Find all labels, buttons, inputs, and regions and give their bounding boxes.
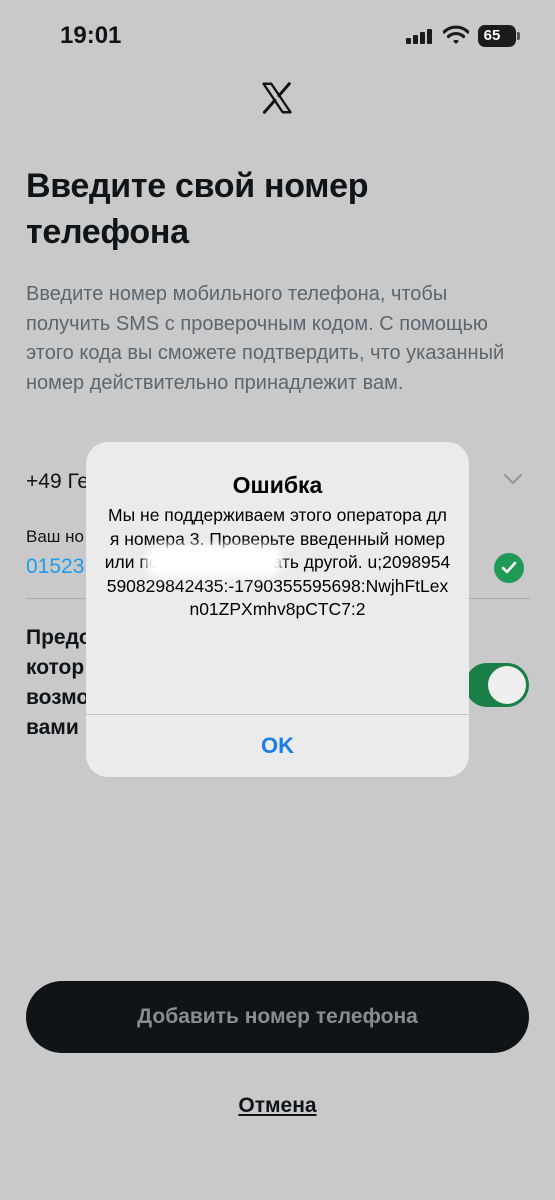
page-title: Введите свой номер телефона (26, 167, 369, 251)
check-icon (501, 561, 517, 574)
status-time: 19:01 (60, 22, 122, 49)
alert-ok-button[interactable]: OK (86, 715, 469, 777)
redaction-blur (145, 545, 283, 577)
cancel-link[interactable]: Отмена (0, 1094, 555, 1118)
battery-level: 65 (483, 27, 501, 44)
wifi-icon (443, 25, 469, 44)
phone-field-label: Ваш но (26, 527, 84, 546)
country-code: +49 Ге (26, 470, 90, 493)
error-alert: Ошибка Мы не поддерживаем этого оператор… (86, 442, 469, 777)
signal-icon (406, 29, 432, 44)
valid-check (494, 553, 524, 583)
add-phone-button[interactable]: Добавить номер телефона (26, 981, 529, 1053)
toggle-knob (488, 666, 526, 704)
status-bar: 19:01 65 (0, 0, 555, 72)
x-logo-icon (262, 82, 292, 114)
phone-input[interactable]: 01523 (26, 555, 84, 579)
chevron-down-icon (504, 474, 522, 484)
battery-tip (517, 32, 520, 40)
page-description: Введите номер мобильного телефона, чтобы… (26, 283, 505, 394)
alert-title: Ошибка (232, 472, 323, 498)
battery-icon: 65 (478, 25, 520, 47)
discoverability-toggle[interactable] (465, 663, 529, 707)
